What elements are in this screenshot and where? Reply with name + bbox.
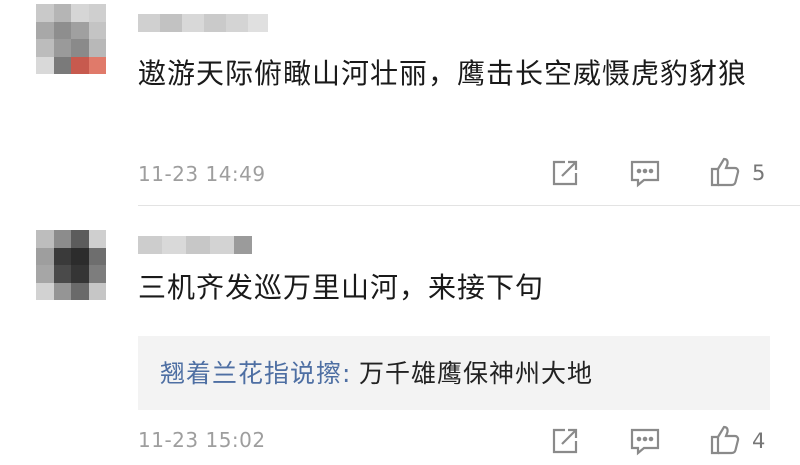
comment-icon	[630, 428, 660, 456]
like-count: 4	[752, 429, 766, 453]
comment-item: 三机齐发巡万里山河，来接下句 翘着兰花指说擦: 万千雄鹰保神州大地 11-23 …	[0, 0, 800, 456]
avatar[interactable]	[36, 230, 106, 300]
like-button[interactable]	[708, 423, 742, 457]
username-redacted[interactable]	[138, 236, 252, 254]
share-button[interactable]	[548, 424, 582, 458]
comment-text: 三机齐发巡万里山河，来接下句	[138, 271, 545, 304]
reply-text: 万千雄鹰保神州大地	[359, 359, 594, 388]
thumbs-up-icon	[710, 425, 740, 455]
reply-author[interactable]: 翘着兰花指说擦:	[160, 354, 351, 390]
comment-button[interactable]	[628, 424, 662, 458]
share-icon	[552, 428, 578, 454]
reply-box[interactable]: 翘着兰花指说擦: 万千雄鹰保神州大地	[138, 336, 770, 410]
comment-timestamp: 11-23 15:02	[138, 428, 266, 452]
